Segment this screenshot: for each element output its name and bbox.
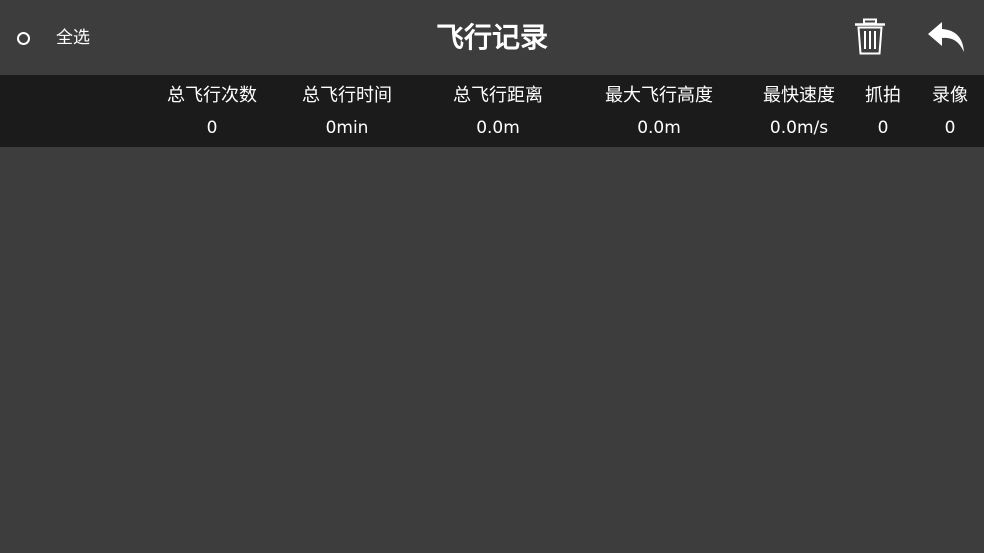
- stat-snapshots: 抓拍 0: [865, 75, 901, 147]
- back-arrow-icon: [928, 22, 964, 52]
- stat-label: 最快速度: [763, 85, 835, 106]
- stat-total-time: 总飞行时间 0min: [302, 75, 392, 147]
- page-title: 飞行记录: [435, 21, 548, 54]
- stat-max-altitude: 最大飞行高度 0.0m: [605, 75, 713, 147]
- stat-recordings: 录像 0: [932, 75, 968, 147]
- flight-stats-bar: 总飞行次数 0 总飞行时间 0min 总飞行距离 0.0m 最大飞行高度 0.0…: [0, 75, 984, 147]
- stat-label: 最大飞行高度: [605, 85, 713, 106]
- stat-value: 0.0m: [637, 118, 681, 138]
- stat-label: 总飞行次数: [167, 85, 257, 106]
- stat-label: 总飞行距离: [453, 85, 543, 106]
- stat-label: 总飞行时间: [302, 85, 392, 106]
- stat-value: 0: [206, 118, 218, 138]
- stat-value: 0: [877, 118, 889, 138]
- stat-value: 0.0m: [476, 118, 520, 138]
- stat-label: 录像: [932, 85, 968, 106]
- trash-icon: [855, 18, 885, 55]
- stat-label: 抓拍: [865, 85, 901, 106]
- stat-total-flights: 总飞行次数 0: [167, 75, 257, 147]
- back-button[interactable]: [926, 20, 968, 54]
- records-list-area: [0, 147, 984, 553]
- stat-value: 0min: [325, 118, 369, 138]
- stat-value: 0.0m/s: [769, 118, 829, 138]
- stat-max-speed: 最快速度 0.0m/s: [763, 75, 835, 147]
- top-bar: 全选 飞行记录: [0, 0, 984, 75]
- stat-total-distance: 总飞行距离 0.0m: [453, 75, 543, 147]
- delete-button[interactable]: [854, 18, 886, 56]
- flight-records-screen: 全选 飞行记录 总飞行次数 0 总飞行时间 0min 总飞行距离 0.0m 最大…: [0, 0, 984, 553]
- stat-value: 0: [944, 118, 956, 138]
